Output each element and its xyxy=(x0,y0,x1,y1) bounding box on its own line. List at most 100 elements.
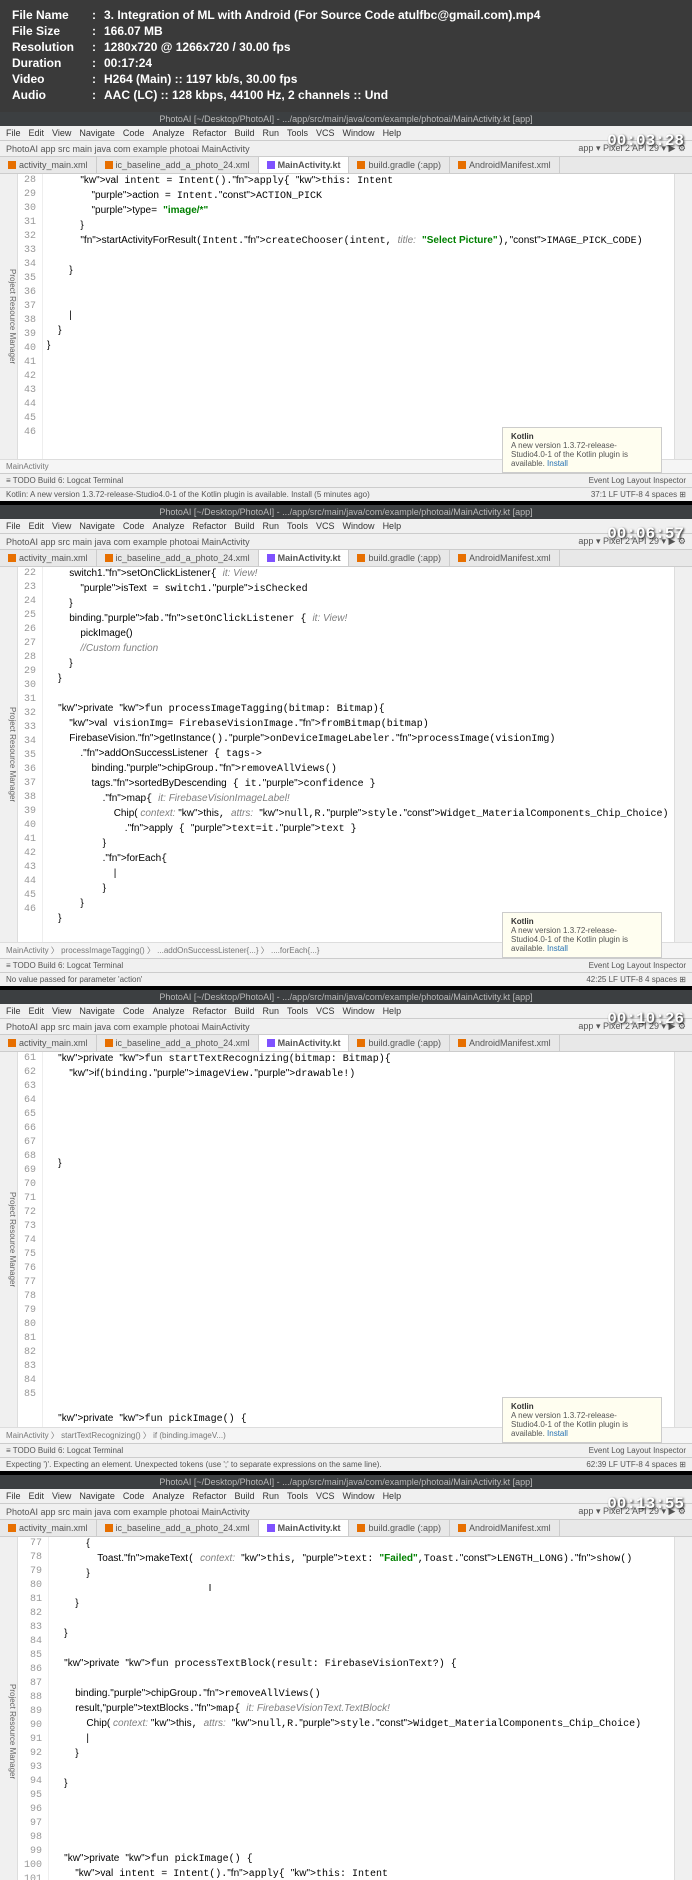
menu-build[interactable]: Build xyxy=(234,1491,254,1501)
menu-help[interactable]: Help xyxy=(383,1006,402,1016)
menu-run[interactable]: Run xyxy=(263,128,280,138)
menu-window[interactable]: Window xyxy=(343,1006,375,1016)
tab-ic-baseline-add-a-photo-24-xml[interactable]: ic_baseline_add_a_photo_24.xml xyxy=(97,1520,259,1536)
menu-edit[interactable]: Edit xyxy=(29,1006,45,1016)
menu-navigate[interactable]: Navigate xyxy=(79,521,115,531)
tab-activity-main-xml[interactable]: activity_main.xml xyxy=(0,157,97,173)
tab-androidmanifest-xml[interactable]: AndroidManifest.xml xyxy=(450,1520,560,1536)
tab-activity-main-xml[interactable]: activity_main.xml xyxy=(0,1520,97,1536)
tab-mainactivity-kt[interactable]: MainActivity.kt xyxy=(259,1035,350,1051)
tab-mainactivity-kt[interactable]: MainActivity.kt xyxy=(259,1520,350,1536)
tab-build-gradle---app-[interactable]: build.gradle (:app) xyxy=(349,157,450,173)
menu-file[interactable]: File xyxy=(6,1006,21,1016)
menu-analyze[interactable]: Analyze xyxy=(152,1491,184,1501)
menu-vcs[interactable]: VCS xyxy=(316,521,335,531)
tab-androidmanifest-xml[interactable]: AndroidManifest.xml xyxy=(450,157,560,173)
menu-build[interactable]: Build xyxy=(234,521,254,531)
menu-analyze[interactable]: Analyze xyxy=(152,128,184,138)
menu-tools[interactable]: Tools xyxy=(287,1491,308,1501)
tab-ic-baseline-add-a-photo-24-xml[interactable]: ic_baseline_add_a_photo_24.xml xyxy=(97,1035,259,1051)
menu-code[interactable]: Code xyxy=(123,128,145,138)
tab-build-gradle---app-[interactable]: build.gradle (:app) xyxy=(349,1520,450,1536)
right-tool-strip[interactable] xyxy=(674,1537,692,1880)
menu-help[interactable]: Help xyxy=(383,128,402,138)
breadcrumb[interactable]: PhotoAI app src main java com example ph… xyxy=(6,1022,578,1032)
tab-mainactivity-kt[interactable]: MainActivity.kt xyxy=(259,157,350,173)
meta-filename-label: File Name xyxy=(12,8,92,22)
menu-run[interactable]: Run xyxy=(263,521,280,531)
code-editor[interactable]: { Toast."fn">makeText( context: "kw">thi… xyxy=(49,1537,674,1880)
menu-navigate[interactable]: Navigate xyxy=(79,1006,115,1016)
notification-install-link[interactable]: Install xyxy=(547,1429,568,1438)
kotlin-update-notification[interactable]: Kotlin A new version 1.3.72-release-Stud… xyxy=(502,427,662,473)
menu-file[interactable]: File xyxy=(6,1491,21,1501)
menu-tools[interactable]: Tools xyxy=(287,128,308,138)
left-tool-strip[interactable]: Project Resource Manager xyxy=(0,1537,18,1880)
tab-androidmanifest-xml[interactable]: AndroidManifest.xml xyxy=(450,1035,560,1051)
menu-view[interactable]: View xyxy=(52,1491,71,1501)
breadcrumb[interactable]: PhotoAI app src main java com example ph… xyxy=(6,537,578,547)
code-editor[interactable]: "kw">private "kw">fun startTextRecognizi… xyxy=(43,1052,674,1427)
menu-analyze[interactable]: Analyze xyxy=(152,1006,184,1016)
menu-run[interactable]: Run xyxy=(263,1491,280,1501)
tab-activity-main-xml[interactable]: activity_main.xml xyxy=(0,550,97,566)
right-tool-strip[interactable] xyxy=(674,567,692,942)
menu-code[interactable]: Code xyxy=(123,1491,145,1501)
menu-vcs[interactable]: VCS xyxy=(316,1006,335,1016)
notification-title: Kotlin xyxy=(511,432,653,441)
tab-activity-main-xml[interactable]: activity_main.xml xyxy=(0,1035,97,1051)
tab-ic-baseline-add-a-photo-24-xml[interactable]: ic_baseline_add_a_photo_24.xml xyxy=(97,157,259,173)
menu-window[interactable]: Window xyxy=(343,128,375,138)
tab-build-gradle---app-[interactable]: build.gradle (:app) xyxy=(349,550,450,566)
menu-navigate[interactable]: Navigate xyxy=(79,128,115,138)
menu-run[interactable]: Run xyxy=(263,1006,280,1016)
menu-view[interactable]: View xyxy=(52,1006,71,1016)
right-tool-strip[interactable] xyxy=(674,1052,692,1427)
code-editor[interactable]: "kw">val intent = Intent()."fn">apply{ "… xyxy=(43,174,674,459)
menu-window[interactable]: Window xyxy=(343,521,375,531)
menu-code[interactable]: Code xyxy=(123,1006,145,1016)
breadcrumb[interactable]: PhotoAI app src main java com example ph… xyxy=(6,1507,578,1517)
notification-install-link[interactable]: Install xyxy=(547,459,568,468)
menu-vcs[interactable]: VCS xyxy=(316,128,335,138)
tab-ic-baseline-add-a-photo-24-xml[interactable]: ic_baseline_add_a_photo_24.xml xyxy=(97,550,259,566)
menu-view[interactable]: View xyxy=(52,128,71,138)
menu-file[interactable]: File xyxy=(6,128,21,138)
menu-edit[interactable]: Edit xyxy=(29,128,45,138)
menu-vcs[interactable]: VCS xyxy=(316,1491,335,1501)
menu-window[interactable]: Window xyxy=(343,1491,375,1501)
left-tool-strip[interactable]: Project Resource Manager xyxy=(0,1052,18,1427)
tab-androidmanifest-xml[interactable]: AndroidManifest.xml xyxy=(450,550,560,566)
left-tool-strip[interactable]: Project Resource Manager xyxy=(0,567,18,942)
menu-help[interactable]: Help xyxy=(383,521,402,531)
kotlin-update-notification[interactable]: Kotlin A new version 1.3.72-release-Stud… xyxy=(502,1397,662,1443)
menu-tools[interactable]: Tools xyxy=(287,1006,308,1016)
kotlin-update-notification[interactable]: Kotlin A new version 1.3.72-release-Stud… xyxy=(502,912,662,958)
tab-mainactivity-kt[interactable]: MainActivity.kt xyxy=(259,550,350,566)
menu-help[interactable]: Help xyxy=(383,1491,402,1501)
breadcrumb[interactable]: PhotoAI app src main java com example ph… xyxy=(6,144,578,154)
menu-build[interactable]: Build xyxy=(234,1006,254,1016)
menu-refactor[interactable]: Refactor xyxy=(192,1491,226,1501)
menu-view[interactable]: View xyxy=(52,521,71,531)
menu-code[interactable]: Code xyxy=(123,521,145,531)
code-editor[interactable]: switch1."fn">setOnClickListener{ it: Vie… xyxy=(43,567,674,942)
menu-refactor[interactable]: Refactor xyxy=(192,1006,226,1016)
menu-tools[interactable]: Tools xyxy=(287,521,308,531)
menu-refactor[interactable]: Refactor xyxy=(192,521,226,531)
bottom-tool-tabs[interactable]: ≡ TODO Build 6: Logcat TerminalEvent Log… xyxy=(0,958,692,972)
bottom-tool-tabs[interactable]: ≡ TODO Build 6: Logcat TerminalEvent Log… xyxy=(0,1443,692,1457)
menu-edit[interactable]: Edit xyxy=(29,521,45,531)
tab-build-gradle---app-[interactable]: build.gradle (:app) xyxy=(349,1035,450,1051)
xml-file-icon xyxy=(105,554,113,562)
notification-install-link[interactable]: Install xyxy=(547,944,568,953)
menu-analyze[interactable]: Analyze xyxy=(152,521,184,531)
menu-build[interactable]: Build xyxy=(234,128,254,138)
right-tool-strip[interactable] xyxy=(674,174,692,459)
menu-navigate[interactable]: Navigate xyxy=(79,1491,115,1501)
menu-refactor[interactable]: Refactor xyxy=(192,128,226,138)
left-tool-strip[interactable]: Project Resource Manager xyxy=(0,174,18,459)
menu-file[interactable]: File xyxy=(6,521,21,531)
menu-edit[interactable]: Edit xyxy=(29,1491,45,1501)
bottom-tool-tabs[interactable]: ≡ TODO Build 6: Logcat TerminalEvent Log… xyxy=(0,473,692,487)
